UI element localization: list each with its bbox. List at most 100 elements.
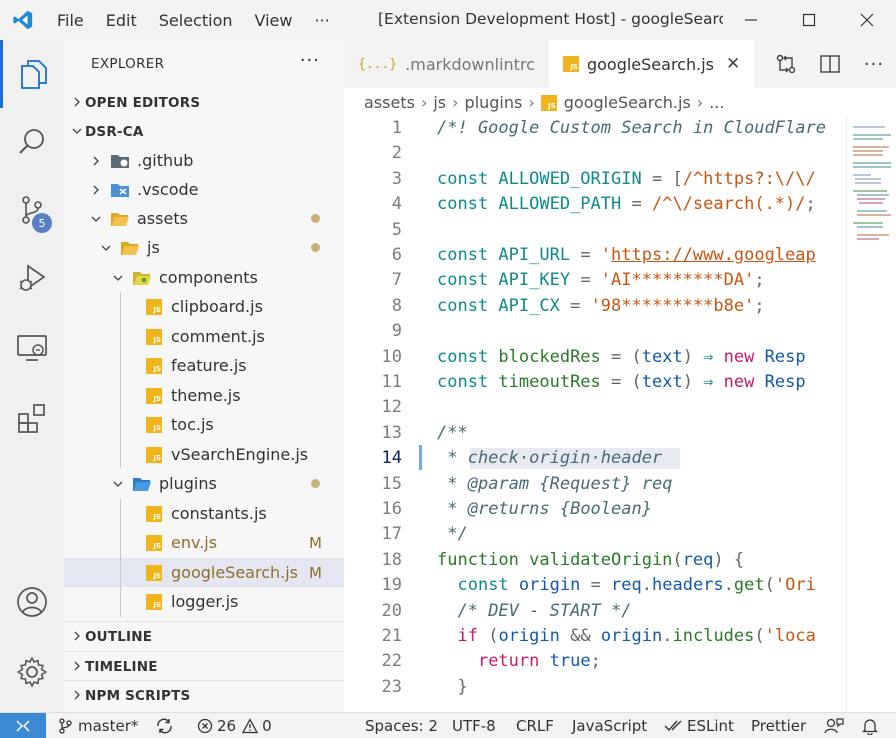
indentation-status[interactable]: Spaces: 2 <box>365 713 438 738</box>
tree-item-assets[interactable]: assets <box>64 204 344 233</box>
tree-item-constants[interactable]: JS constants.js <box>64 499 344 528</box>
error-icon <box>197 718 213 734</box>
menu-selection[interactable]: Selection <box>148 11 244 30</box>
folder-open-icon <box>110 210 130 228</box>
tree-label: constants.js <box>171 504 267 523</box>
git-compare-icon <box>776 54 796 74</box>
breadcrumb-assets[interactable]: assets <box>364 93 415 112</box>
explorer-activity[interactable] <box>0 40 64 108</box>
code-editor[interactable]: 1 2 3 4 5 6 7 8 9 10 11 12 13 14 15 16 17 18 19 20 21 22 23 /*… <box>344 116 896 712</box>
tree-item-vsearchengine[interactable]: JS vSearchEngine.js <box>64 440 344 469</box>
encoding-status[interactable]: UTF-8 <box>452 713 496 738</box>
code-line: const API_KEY = 'AI*********DA'; <box>437 270 765 291</box>
tab-markdownlintrc[interactable]: {...} .markdownlintrc <box>344 40 549 88</box>
breadcrumb-file[interactable]: googleSearch.js <box>564 93 691 112</box>
extensions-activity[interactable] <box>0 384 64 452</box>
explorer-more-button[interactable]: ··· <box>300 50 320 71</box>
tree-item-theme[interactable]: JS theme.js <box>64 381 344 410</box>
code-line: const blockedRes = (text) ⇒ new Resp <box>437 346 806 367</box>
editor-more-button[interactable]: ··· <box>852 40 896 88</box>
folder-github-icon <box>110 152 130 170</box>
breadcrumb-symbols[interactable]: ... <box>709 93 724 112</box>
double-check-icon <box>664 720 682 732</box>
search-activity[interactable] <box>0 108 64 176</box>
feedback-button[interactable] <box>824 713 844 738</box>
sync-icon <box>157 718 172 734</box>
split-editor-button[interactable] <box>808 40 852 88</box>
tab-googlesearch[interactable]: JS googleSearch.js ✕ <box>548 40 755 88</box>
line-number: 16 <box>381 499 402 519</box>
code-line: const ALLOWED_PATH = /^\/search(.*)/; <box>437 194 816 215</box>
code-line: const API_CX = '98*********b8e'; <box>437 295 765 316</box>
npm-scripts-section[interactable]: NPM SCRIPTS <box>64 680 344 710</box>
language-status[interactable]: JavaScript <box>572 713 647 738</box>
menu-view[interactable]: View <box>244 11 304 30</box>
tree-item-js[interactable]: js <box>64 233 344 262</box>
tree-label: clipboard.js <box>171 297 263 316</box>
eslint-status[interactable]: ESLint <box>664 713 734 738</box>
compare-changes-button[interactable] <box>764 40 808 88</box>
tab-label: googleSearch.js <box>586 54 714 74</box>
menu-more[interactable]: ··· <box>303 11 340 30</box>
tree-item-github[interactable]: .github <box>64 146 344 175</box>
tree-item-clipboard[interactable]: JS clipboard.js <box>64 292 344 321</box>
line-number: 22 <box>381 651 402 672</box>
remote-explorer-icon <box>17 335 47 361</box>
root-folder-section[interactable]: DSR-CA <box>64 117 344 147</box>
chevron-down-icon <box>88 211 104 227</box>
prettier-status[interactable]: Prettier <box>751 713 806 738</box>
git-branch-icon <box>59 718 72 734</box>
tree-label: .vscode <box>137 180 199 199</box>
remote-explorer-activity[interactable] <box>0 314 64 382</box>
manage-activity[interactable] <box>0 638 64 706</box>
breadcrumb-js[interactable]: js <box>433 93 446 112</box>
tab-label: .markdownlintrc <box>405 54 535 74</box>
breadcrumb-plugins[interactable]: plugins <box>465 93 523 112</box>
open-editors-section[interactable]: OPEN EDITORS <box>64 88 344 118</box>
line-number: 6 <box>391 245 402 265</box>
tree-item-components[interactable]: components <box>64 263 344 292</box>
tree-item-feature[interactable]: JS feature.js <box>64 351 344 380</box>
run-debug-activity[interactable] <box>0 244 64 312</box>
chevron-right-icon: › <box>420 92 428 112</box>
branch-status[interactable]: master* <box>58 713 138 738</box>
close-icon[interactable]: ✕ <box>726 54 740 74</box>
close-window-button[interactable] <box>838 0 896 40</box>
code-line: } <box>437 676 468 697</box>
maximize-button[interactable] <box>780 0 838 40</box>
code-line: * @param {Request} req <box>437 473 673 494</box>
outline-section[interactable]: OUTLINE <box>64 621 344 651</box>
activity-bar: 5 <box>0 40 64 712</box>
tree-item-plugins[interactable]: plugins <box>64 469 344 498</box>
notifications-button[interactable] <box>862 713 878 738</box>
editor-tabs: {...} .markdownlintrc JS googleSearch.js… <box>344 40 896 88</box>
line-number: 14 <box>381 448 402 469</box>
tree-label: assets <box>137 209 188 228</box>
minimize-button[interactable] <box>722 0 780 40</box>
indent-guide <box>120 292 121 468</box>
timeline-section[interactable]: TIMELINE <box>64 651 344 681</box>
tree-item-vscode[interactable]: .vscode <box>64 175 344 204</box>
extensions-icon <box>18 404 45 433</box>
remote-indicator[interactable] <box>0 713 46 738</box>
tree-item-logger[interactable]: JS logger.js <box>64 587 344 616</box>
sync-button[interactable] <box>156 713 173 738</box>
accounts-activity[interactable] <box>0 568 64 636</box>
tree-item-comment[interactable]: JS comment.js <box>64 322 344 351</box>
window-title: [Extension Development Host] - googleSea… <box>378 10 723 28</box>
chevron-right-icon: › <box>452 92 459 112</box>
problems-status[interactable]: 26 0 <box>197 713 272 738</box>
minimap[interactable] <box>846 116 896 712</box>
code-line: const timeoutRes = (text) ⇒ new Resp <box>437 372 806 392</box>
source-control-activity[interactable]: 5 <box>0 176 64 244</box>
eol-status[interactable]: CRLF <box>516 713 554 738</box>
js-file-icon: JS <box>540 93 557 112</box>
menu-edit[interactable]: Edit <box>95 11 148 30</box>
tree-label: vSearchEngine.js <box>171 445 309 464</box>
tree-item-env[interactable]: JS env.js M <box>64 528 344 557</box>
tree-item-toc[interactable]: JS toc.js <box>64 410 344 439</box>
code-line: * check·origin·header <box>437 448 663 469</box>
menu-file[interactable]: File <box>46 11 95 30</box>
js-file-icon: JS <box>144 446 164 464</box>
tree-item-googlesearch[interactable]: JS googleSearch.js M <box>64 558 344 587</box>
